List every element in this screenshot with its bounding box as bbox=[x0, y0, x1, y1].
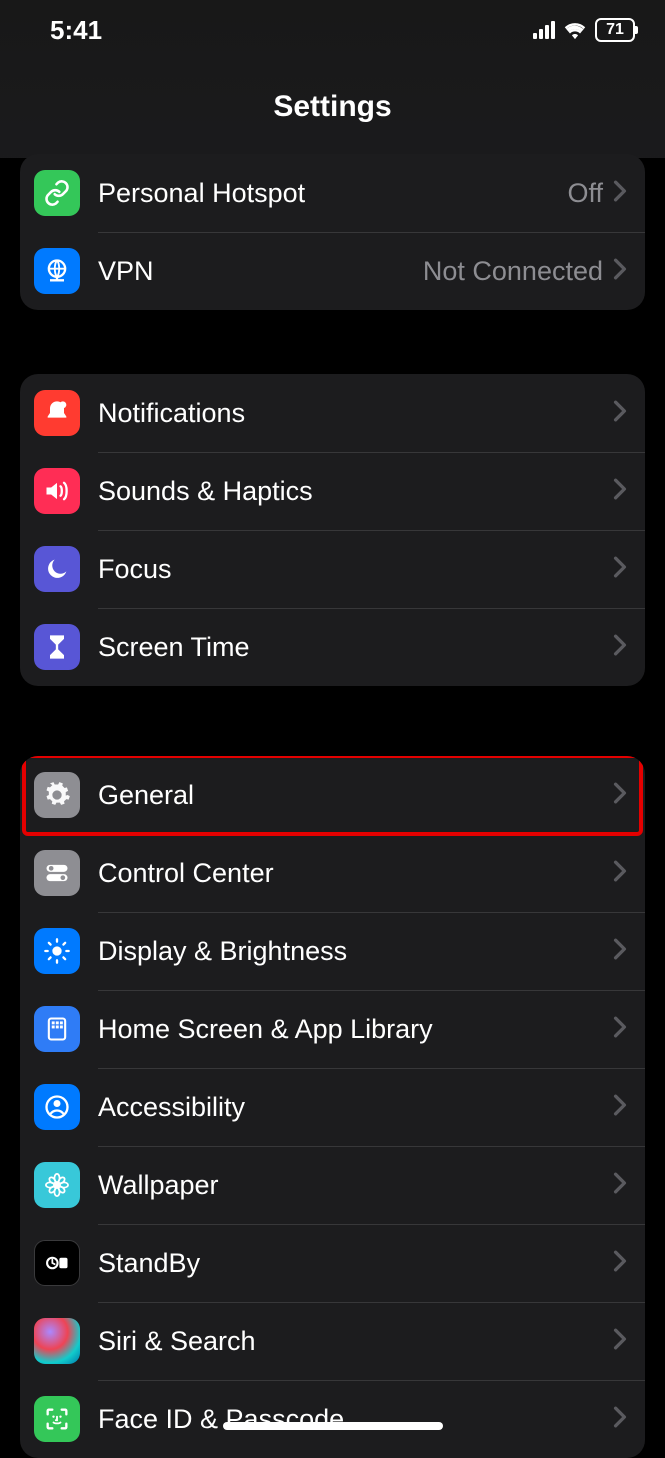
wifi-icon bbox=[563, 21, 587, 39]
chevron-right-icon bbox=[613, 1016, 627, 1043]
settings-row-face-id[interactable]: Face ID & Passcode bbox=[20, 1380, 645, 1458]
sun-icon bbox=[34, 928, 80, 974]
row-label: Screen Time bbox=[98, 632, 613, 663]
row-label: Notifications bbox=[98, 398, 613, 429]
hourglass-icon bbox=[34, 624, 80, 670]
bell-icon bbox=[34, 390, 80, 436]
settings-row-vpn[interactable]: VPNNot Connected bbox=[20, 232, 645, 310]
siri-icon bbox=[34, 1318, 80, 1364]
standby-icon bbox=[34, 1240, 80, 1286]
status-time: 5:41 bbox=[50, 15, 102, 46]
settings-row-accessibility[interactable]: Accessibility bbox=[20, 1068, 645, 1146]
chevron-right-icon bbox=[613, 400, 627, 427]
page-title: Settings bbox=[0, 60, 665, 140]
chevron-right-icon bbox=[613, 634, 627, 661]
chevron-right-icon bbox=[613, 258, 627, 285]
grid-icon bbox=[34, 1006, 80, 1052]
chevron-right-icon bbox=[613, 938, 627, 965]
row-label: General bbox=[98, 780, 613, 811]
row-label: Siri & Search bbox=[98, 1326, 613, 1357]
settings-row-siri-search[interactable]: Siri & Search bbox=[20, 1302, 645, 1380]
home-indicator[interactable] bbox=[223, 1422, 443, 1430]
settings-row-screen-time[interactable]: Screen Time bbox=[20, 608, 645, 686]
chevron-right-icon bbox=[613, 1406, 627, 1433]
row-label: Personal Hotspot bbox=[98, 178, 567, 209]
row-label: Focus bbox=[98, 554, 613, 585]
chevron-right-icon bbox=[613, 180, 627, 207]
settings-row-wallpaper[interactable]: Wallpaper bbox=[20, 1146, 645, 1224]
settings-group: Personal HotspotOffVPNNot Connected bbox=[20, 154, 645, 310]
chevron-right-icon bbox=[613, 860, 627, 887]
chevron-right-icon bbox=[613, 1094, 627, 1121]
settings-row-personal-hotspot[interactable]: Personal HotspotOff bbox=[20, 154, 645, 232]
status-bar: 5:41 71 bbox=[0, 0, 665, 60]
settings-row-home-screen[interactable]: Home Screen & App Library bbox=[20, 990, 645, 1068]
chevron-right-icon bbox=[613, 1172, 627, 1199]
person-circle-icon bbox=[34, 1084, 80, 1130]
settings-row-display-brightness[interactable]: Display & Brightness bbox=[20, 912, 645, 990]
chevron-right-icon bbox=[613, 782, 627, 809]
moon-icon bbox=[34, 546, 80, 592]
row-label: Control Center bbox=[98, 858, 613, 889]
flower-icon bbox=[34, 1162, 80, 1208]
speaker-icon bbox=[34, 468, 80, 514]
row-label: StandBy bbox=[98, 1248, 613, 1279]
chevron-right-icon bbox=[613, 478, 627, 505]
row-label: Display & Brightness bbox=[98, 936, 613, 967]
settings-group: Notifications Sounds & Haptics Focus Screen… bbox=[20, 374, 645, 686]
row-label: Sounds & Haptics bbox=[98, 476, 613, 507]
chevron-right-icon bbox=[613, 1250, 627, 1277]
chevron-right-icon bbox=[613, 1328, 627, 1355]
row-value: Not Connected bbox=[423, 256, 603, 287]
settings-row-sounds-haptics[interactable]: Sounds & Haptics bbox=[20, 452, 645, 530]
faceid-icon bbox=[34, 1396, 80, 1442]
row-label: Wallpaper bbox=[98, 1170, 613, 1201]
row-label: Home Screen & App Library bbox=[98, 1014, 613, 1045]
settings-row-focus[interactable]: Focus bbox=[20, 530, 645, 608]
row-label: VPN bbox=[98, 256, 423, 287]
settings-row-general[interactable]: General bbox=[20, 756, 645, 834]
row-label: Accessibility bbox=[98, 1092, 613, 1123]
switches-icon bbox=[34, 850, 80, 896]
settings-row-standby[interactable]: StandBy bbox=[20, 1224, 645, 1302]
gear-icon bbox=[34, 772, 80, 818]
settings-row-control-center[interactable]: Control Center bbox=[20, 834, 645, 912]
globe-icon bbox=[34, 248, 80, 294]
cellular-signal-icon bbox=[533, 21, 555, 39]
battery-indicator: 71 bbox=[595, 18, 635, 42]
row-value: Off bbox=[567, 178, 603, 209]
chevron-right-icon bbox=[613, 556, 627, 583]
settings-row-notifications[interactable]: Notifications bbox=[20, 374, 645, 452]
link-icon bbox=[34, 170, 80, 216]
settings-group: General Control Center Display & Brightnes… bbox=[20, 756, 645, 1458]
